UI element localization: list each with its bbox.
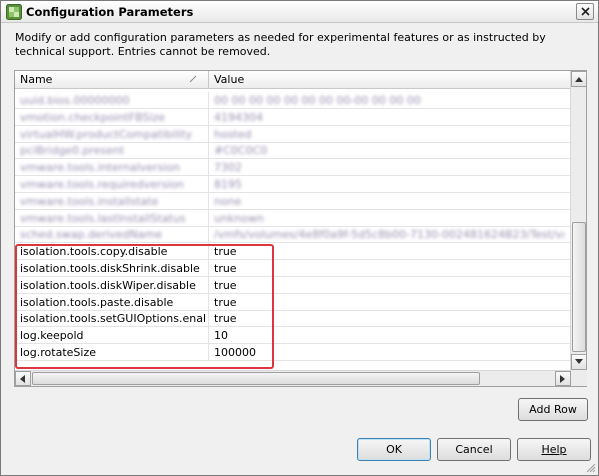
table-row-obscured[interactable]: pciBridge0.present #C0C0C0 [15, 142, 571, 160]
grid-rows: uuid.bios.00000000 00 00 00 00 00 00 00 0… [15, 90, 571, 370]
parameter-name-cell[interactable]: vmware.tools.internalversion [20, 161, 205, 175]
scrollbar-corner [571, 370, 587, 386]
parameter-name-cell[interactable]: isolation.tools.paste.disable [20, 296, 205, 310]
cell-divider [208, 176, 209, 193]
parameter-name-cell[interactable]: isolation.tools.setGUIOptions.enable [20, 312, 205, 326]
table-row-obscured[interactable]: uuid.bios.00000000 00 00 00 00 00 00 00 0… [15, 92, 571, 109]
table-row-obscured[interactable]: virtualHW.productCompatibility hosted [15, 125, 571, 143]
horizontal-scroll-thumb[interactable] [32, 372, 480, 385]
parameter-value-cell[interactable]: 00 00 00 00 00 00 00 00-00 00 00 00 [214, 94, 564, 108]
vsphere-app-icon [6, 4, 22, 20]
cell-divider [208, 276, 209, 294]
cell-divider [208, 260, 209, 277]
parameter-value-cell[interactable]: true [214, 279, 564, 293]
ok-button[interactable]: OK [357, 438, 431, 461]
add-row-button[interactable]: Add Row [518, 398, 588, 421]
parameter-name-cell[interactable]: virtualHW.productCompatibility [20, 128, 205, 142]
parameter-name-cell[interactable]: sched.swap.derivedName [20, 228, 205, 242]
parameter-value-cell[interactable]: 7302 [214, 161, 564, 175]
column-header-value[interactable]: Value [214, 73, 554, 88]
table-row[interactable]: isolation.tools.diskWiper.disable true [15, 276, 571, 294]
scroll-down-button[interactable] [571, 354, 587, 370]
table-row[interactable]: log.rotateSize 100000 [15, 344, 571, 361]
parameter-name-cell[interactable]: isolation.tools.diskWiper.disable [20, 279, 205, 293]
parameter-name-cell[interactable]: vmotion.checkpointFBSize [20, 111, 205, 125]
column-divider[interactable] [208, 71, 209, 89]
table-row-obscured[interactable]: vmotion.checkpointFBSize 4194304 [15, 108, 571, 126]
scroll-right-button[interactable] [555, 371, 571, 386]
parameter-value-cell[interactable]: hosted [214, 128, 564, 142]
parameter-value-cell[interactable]: #C0C0C0 [214, 144, 564, 158]
parameter-name-cell[interactable]: vmware.tools.requiredversion [20, 178, 205, 192]
parameter-name-cell[interactable]: log.keepold [20, 329, 205, 343]
sort-icon [188, 74, 198, 84]
parameter-name-cell[interactable]: vmware.tools.installstate [20, 195, 205, 209]
table-row-obscured[interactable]: sched.swap.derivedName/vmfs/volumes/4e8f… [15, 226, 571, 244]
scroll-left-button[interactable] [15, 371, 31, 386]
configuration-parameters-dialog: Configuration Parameters Modify or add c… [0, 0, 599, 476]
table-row-obscured[interactable]: vmware.tools.installstate none [15, 192, 571, 210]
parameter-name-cell[interactable]: isolation.tools.diskShrink.disable [20, 262, 205, 276]
parameter-value-cell[interactable]: 4194304 [214, 111, 564, 125]
parameter-value-cell[interactable]: unknown [214, 212, 564, 226]
cell-divider [208, 226, 209, 244]
table-row-obscured[interactable]: vmware.tools.lastInstallStatus unknown [15, 209, 571, 227]
window-title: Configuration Parameters [26, 5, 194, 19]
parameter-value-cell[interactable]: 100000 [214, 346, 564, 360]
table-row-obscured[interactable]: vmware.tools.requiredversion 8195 [15, 176, 571, 193]
parameters-grid: Name Value uuid.bios.00000000 00 00 00 00… [14, 70, 587, 387]
table-row[interactable]: isolation.tools.copy.disable true [15, 243, 571, 261]
table-row[interactable]: isolation.tools.diskShrink.disable true [15, 260, 571, 277]
cell-divider [208, 243, 209, 261]
title-bar[interactable]: Configuration Parameters [1, 1, 598, 23]
horizontal-scrollbar[interactable] [15, 370, 571, 386]
parameter-value-cell[interactable]: true [214, 312, 564, 326]
scroll-left-icon [20, 375, 25, 383]
cell-divider [208, 92, 209, 109]
parameter-value-cell[interactable]: 10 [214, 329, 564, 343]
table-row[interactable]: isolation.tools.setGUIOptions.enable true [15, 310, 571, 328]
parameter-name-cell[interactable]: uuid.bios.00000000 [20, 94, 205, 108]
scroll-up-icon [575, 77, 583, 82]
help-button[interactable]: Help [517, 438, 591, 461]
cell-divider [208, 108, 209, 126]
parameter-name-cell[interactable]: log.rotateSize [20, 346, 205, 360]
close-icon [581, 7, 590, 16]
parameter-value-cell[interactable]: true [214, 245, 564, 259]
cell-divider [208, 159, 209, 177]
cell-divider [208, 310, 209, 328]
cell-divider [208, 209, 209, 227]
vertical-scroll-thumb[interactable] [572, 222, 586, 352]
cell-divider [208, 344, 209, 361]
table-row-obscured[interactable]: vmware.tools.internalversion 7302 [15, 159, 571, 177]
cancel-button[interactable]: Cancel [437, 438, 511, 461]
parameter-value-cell[interactable]: none [214, 195, 564, 209]
resize-grip-icon[interactable] [584, 461, 596, 473]
scroll-down-icon [575, 359, 583, 364]
close-button[interactable] [576, 3, 594, 20]
dialog-description: Modify or add configuration parameters a… [15, 31, 546, 58]
parameter-name-cell[interactable]: pciBridge0.present [20, 144, 205, 158]
cell-divider [208, 142, 209, 160]
column-header-name[interactable]: Name [20, 73, 205, 88]
vertical-scrollbar[interactable] [570, 71, 587, 370]
parameter-value-cell[interactable]: 8195 [214, 178, 564, 192]
grid-header: Name Value [15, 71, 571, 89]
parameter-value-cell[interactable]: true [214, 296, 564, 310]
parameter-value-cell[interactable]: true [214, 262, 564, 276]
table-row[interactable]: log.keepold 10 [15, 327, 571, 345]
parameter-value-cell[interactable]: /vmfs/volumes/4e8f0a9f-5d5c8b00-7130-002… [214, 228, 564, 242]
scroll-right-icon [560, 375, 565, 383]
cell-divider [208, 192, 209, 210]
parameter-name-cell[interactable]: vmware.tools.lastInstallStatus [20, 212, 205, 226]
help-button-label: Help [541, 443, 567, 456]
cell-divider [208, 327, 209, 345]
cell-divider [208, 125, 209, 143]
table-row[interactable]: isolation.tools.paste.disable true [15, 293, 571, 311]
cell-divider [208, 293, 209, 311]
scroll-up-button[interactable] [571, 71, 587, 87]
parameter-name-cell[interactable]: isolation.tools.copy.disable [20, 245, 205, 259]
